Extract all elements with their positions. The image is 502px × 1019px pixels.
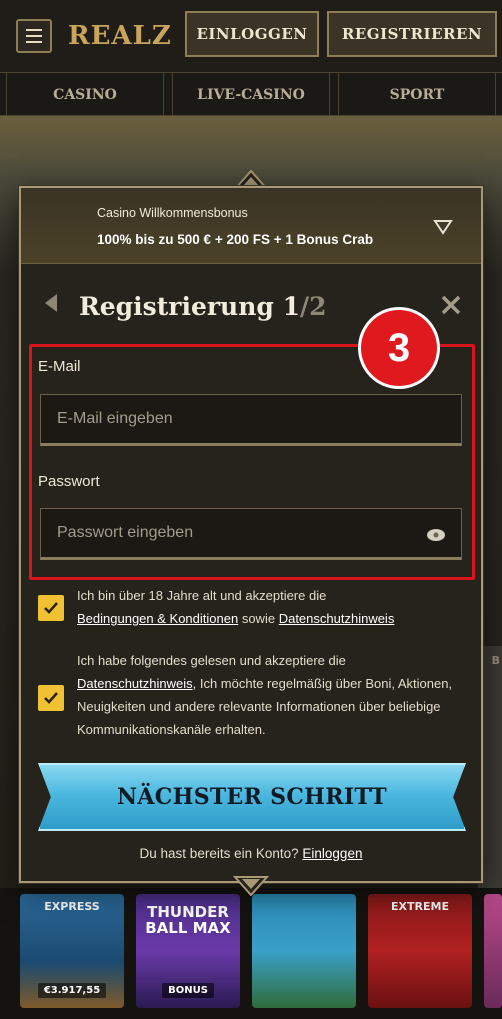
privacy-link[interactable]: Datenschutzhinweis bbox=[279, 611, 395, 626]
game-tile-title: EXTREME bbox=[391, 900, 449, 913]
email-label: E-Mail bbox=[38, 358, 81, 375]
tab-casino[interactable]: CASINO bbox=[6, 73, 164, 117]
show-password-eye-icon[interactable] bbox=[426, 528, 446, 542]
checkmark-icon bbox=[44, 692, 58, 704]
menu-icon-bar bbox=[26, 41, 42, 43]
top-header: REALZ EINLOGGEN REGISTRIEREN bbox=[0, 0, 502, 72]
chevron-down-icon[interactable] bbox=[433, 218, 453, 236]
game-tile[interactable] bbox=[484, 894, 502, 1008]
modal-title: Registrierung 1/2 bbox=[79, 292, 327, 321]
game-tile-title: THUNDER BALL MAX bbox=[145, 903, 231, 937]
category-nav: CASINO LIVE-CASINO SPORT bbox=[0, 72, 502, 117]
menu-icon-bar bbox=[26, 35, 42, 37]
tab-live-casino[interactable]: LIVE-CASINO bbox=[172, 73, 330, 117]
consent-text: sowie bbox=[241, 611, 276, 626]
title-step-total: /2 bbox=[299, 292, 327, 321]
privacy-link[interactable]: Datenschutzhinweis bbox=[77, 676, 193, 691]
game-tile[interactable]: EXTREME bbox=[368, 894, 472, 1008]
title-step: Registrierung 1 bbox=[79, 292, 300, 321]
register-button[interactable]: REGISTRIEREN bbox=[327, 11, 497, 57]
terms-link[interactable]: Bedingungen & Konditionen bbox=[77, 611, 238, 626]
back-arrow-icon[interactable] bbox=[41, 291, 61, 315]
next-step-button[interactable]: NÄCHSTER SCHRITT bbox=[38, 763, 466, 831]
game-tile[interactable]: EXPRESS €3.917,55 bbox=[20, 894, 124, 1008]
close-icon[interactable] bbox=[439, 293, 463, 317]
game-tile-badge: BONUS bbox=[162, 983, 214, 998]
menu-icon-bar bbox=[26, 29, 42, 31]
brand-logo[interactable]: REALZ bbox=[68, 18, 172, 54]
checkmark-icon bbox=[44, 602, 58, 614]
welcome-bonus-bar[interactable]: Casino Willkommensbonus 100% bis zu 500 … bbox=[21, 188, 481, 264]
game-tile-title: EXPRESS bbox=[44, 900, 100, 913]
game-tile[interactable] bbox=[252, 894, 356, 1008]
step-number-badge: 3 bbox=[361, 310, 437, 386]
login-prompt-text: Du hast bereits ein Konto? bbox=[139, 846, 299, 861]
marketing-consent-checkbox[interactable] bbox=[38, 685, 64, 711]
hamburger-menu-button[interactable] bbox=[16, 19, 52, 53]
games-row: EXPRESS €3.917,55 THUNDER BALL MAX BONUS… bbox=[0, 888, 502, 1019]
marketing-consent: Ich habe folgendes gelesen und akzeptier… bbox=[77, 649, 463, 741]
game-tile[interactable]: THUNDER BALL MAX BONUS bbox=[136, 894, 240, 1008]
tab-sport[interactable]: SPORT bbox=[338, 73, 496, 117]
age-terms-consent: Ich bin über 18 Jahre alt und akzeptiere… bbox=[77, 584, 463, 630]
login-prompt: Du hast bereits ein Konto? Einloggen bbox=[21, 846, 481, 861]
consent-text: Ich bin über 18 Jahre alt und akzeptiere… bbox=[77, 588, 327, 603]
modal-bottom-ornament-icon bbox=[233, 876, 269, 896]
bonus-title: Casino Willkommensbonus bbox=[97, 206, 248, 220]
side-panel-letter: B bbox=[491, 654, 500, 667]
jackpot-amount: €3.917,55 bbox=[37, 983, 107, 998]
login-link[interactable]: Einloggen bbox=[302, 846, 362, 861]
consent-text: Ich habe folgendes gelesen und akzeptier… bbox=[77, 653, 346, 668]
password-label: Passwort bbox=[38, 473, 100, 490]
age-terms-checkbox[interactable] bbox=[38, 595, 64, 621]
email-field[interactable] bbox=[40, 394, 462, 446]
login-button[interactable]: EINLOGGEN bbox=[185, 11, 319, 57]
bonus-offer: 100% bis zu 500 € + 200 FS + 1 Bonus Cra… bbox=[97, 232, 374, 247]
password-field[interactable] bbox=[40, 508, 462, 560]
registration-modal: Casino Willkommensbonus 100% bis zu 500 … bbox=[19, 186, 483, 883]
